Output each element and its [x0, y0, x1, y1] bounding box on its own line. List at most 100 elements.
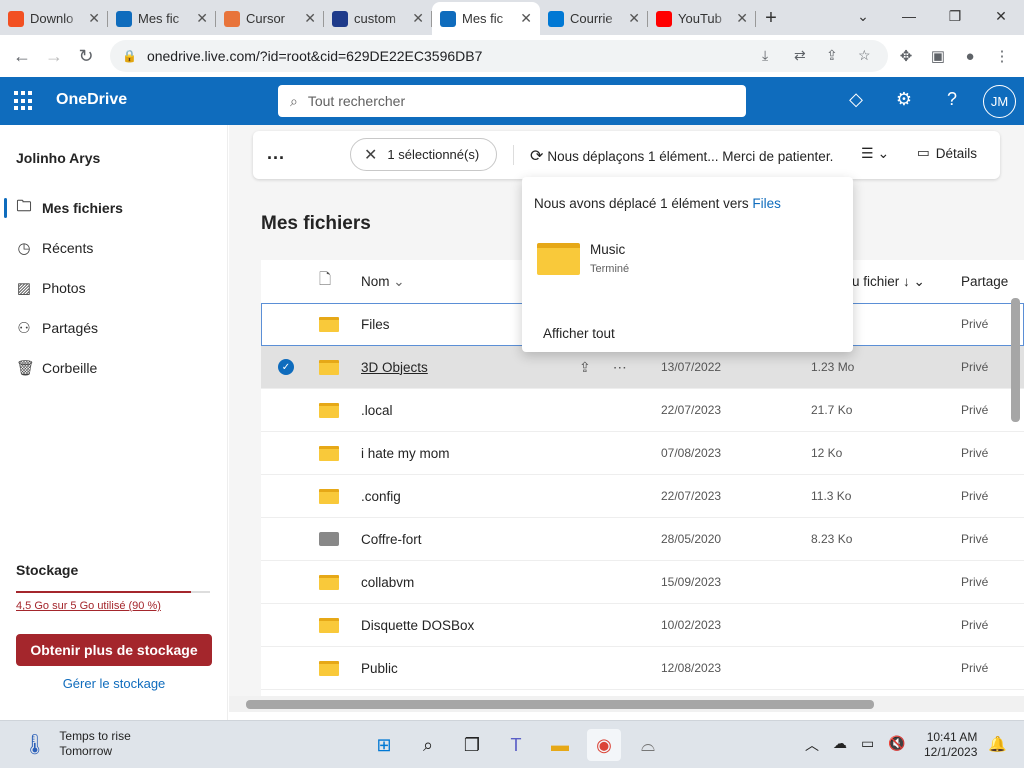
clear-selection-icon[interactable]: ✕	[364, 145, 377, 165]
profile-icon[interactable]: ●	[954, 40, 986, 72]
table-row[interactable]: i hate my mom 07/08/2023 12 Ko Privé	[261, 432, 1024, 475]
app-launcher-icon[interactable]	[14, 91, 34, 111]
close-tab-icon[interactable]: ✕	[88, 10, 100, 27]
close-tab-icon[interactable]: ✕	[412, 10, 424, 27]
file-type-icon[interactable]: 🗋	[319, 269, 331, 294]
folder-icon	[537, 243, 580, 275]
settings-gear-icon[interactable]: ⚙	[892, 89, 916, 110]
table-row[interactable]: .local 22/07/2023 21.7 Ko Privé	[261, 389, 1024, 432]
monitor-icon[interactable]: ▭	[861, 735, 874, 755]
extensions-icon[interactable]: ✥	[890, 40, 922, 72]
folder-icon	[319, 445, 339, 461]
file-size: 21.7 Ko	[811, 403, 853, 417]
install-icon[interactable]: ⤓	[762, 47, 768, 64]
new-tab-button[interactable]: +	[756, 2, 786, 35]
file-name[interactable]: Coffre-fort	[361, 532, 661, 547]
thermometer-icon: 🌡	[22, 733, 48, 756]
browser-tab[interactable]: custom ✕	[324, 2, 432, 35]
forward-button[interactable]: →	[38, 40, 70, 72]
horizontal-scrollbar[interactable]	[229, 696, 1024, 712]
mouse-app-icon[interactable]: ⌓	[631, 729, 665, 761]
table-row[interactable]: Public 12/08/2023 Privé	[261, 647, 1024, 690]
minimize-button[interactable]: —	[886, 0, 932, 32]
close-tab-icon[interactable]: ✕	[520, 10, 532, 27]
close-tab-icon[interactable]: ✕	[628, 10, 640, 27]
teams-icon[interactable]: T	[499, 729, 533, 761]
chevron-up-icon[interactable]: ︿	[805, 735, 819, 755]
file-name[interactable]: Public	[361, 661, 661, 676]
task-view-icon[interactable]: ❐	[455, 729, 489, 761]
storage-used-link[interactable]: 4,5 Go sur 5 Go utilisé (90 %)	[16, 600, 161, 612]
side-panel-icon[interactable]: ▣	[922, 40, 954, 72]
manage-storage-link[interactable]: Gérer le stockage	[16, 676, 212, 691]
destination-link[interactable]: Files	[752, 196, 781, 211]
sidebar-item-3[interactable]: ⚇ Partagés	[0, 308, 228, 348]
selection-pill[interactable]: ✕ 1 sélectionné(s)	[350, 138, 497, 171]
details-button[interactable]: ▭ Détails	[917, 145, 977, 161]
command-bar: ... ✕ 1 sélectionné(s) ⟳ Nous déplaçons …	[253, 131, 1000, 179]
browser-tab[interactable]: Cursor ✕	[216, 2, 324, 35]
table-row[interactable]: .config 22/07/2023 11.3 Ko Privé	[261, 475, 1024, 518]
account-avatar[interactable]: JM	[983, 85, 1016, 118]
browser-tab[interactable]: YouTub ✕	[648, 2, 756, 35]
chrome-icon[interactable]: ◉	[587, 729, 621, 761]
table-row[interactable]: Coffre-fort 28/05/2020 8.23 Ko Privé	[261, 518, 1024, 561]
file-name[interactable]: i hate my mom	[361, 446, 661, 461]
table-row[interactable]: ✓ 3D Objects ⇪ ⋯ 13/07/2022 1.23 Mo Privé	[261, 346, 1024, 389]
bookmark-star-icon[interactable]: ☆	[858, 47, 871, 64]
sidebar-item-2[interactable]: ▨ Photos	[0, 268, 228, 308]
clock[interactable]: 10:41 AM 12/1/2023	[924, 730, 977, 760]
notification-bell-icon[interactable]: 🔔	[988, 735, 1007, 753]
moved-item-name[interactable]: Music	[590, 242, 625, 257]
table-row[interactable]: Disquette DOSBox 10/02/2023 Privé	[261, 604, 1024, 647]
sidebar-item-4[interactable]: 🗑 Corbeille	[0, 348, 228, 388]
checkmark-icon[interactable]: ✓	[278, 359, 294, 375]
sidebar-item-0[interactable]: 🗀 Mes fichiers	[0, 188, 228, 228]
premium-diamond-icon[interactable]: ◇	[844, 89, 868, 110]
search-box[interactable]: ⌕ Tout rechercher	[278, 85, 746, 117]
more-options-icon[interactable]: ⋯	[613, 359, 627, 376]
browser-menu-icon[interactable]: ⋮	[986, 40, 1018, 72]
reload-button[interactable]: ↻	[70, 40, 102, 72]
file-name[interactable]: Disquette DOSBox	[361, 618, 661, 633]
close-tab-icon[interactable]: ✕	[304, 10, 316, 27]
file-name[interactable]: collabvm	[361, 575, 661, 590]
file-rows: Files Privé ✓ 3D Objects ⇪ ⋯ 13/07/2022 1.23 Mo…	[261, 303, 1024, 690]
close-tab-icon[interactable]: ✕	[196, 10, 208, 27]
column-modified[interactable]: lu fichier ↓ ⌄	[849, 274, 925, 290]
tab-search-icon[interactable]: ⌄	[840, 0, 886, 32]
file-name[interactable]: .config	[361, 489, 661, 504]
file-sharing: Privé	[961, 661, 989, 675]
browser-tab[interactable]: Mes fic ✕	[432, 2, 540, 35]
app-title[interactable]: OneDrive	[56, 91, 127, 109]
translate-icon[interactable]: ⇄	[794, 47, 806, 64]
more-actions-button[interactable]: ...	[267, 143, 285, 164]
share-icon[interactable]: ⇪	[579, 359, 591, 376]
share-icon[interactable]: ⇪	[826, 47, 838, 64]
sidebar-item-1[interactable]: ◷ Récents	[0, 228, 228, 268]
sort-view-icon[interactable]: ☰ ⌄	[861, 145, 889, 162]
browser-tab[interactable]: Downlo ✕	[0, 2, 108, 35]
weather-widget[interactable]: 🌡 Temps to rise Tomorrow	[22, 729, 131, 759]
file-explorer-icon[interactable]: ▬	[543, 729, 577, 761]
close-window-button[interactable]: ✕	[978, 0, 1024, 32]
browser-tab[interactable]: Courrie ✕	[540, 2, 648, 35]
table-row[interactable]: collabvm 15/09/2023 Privé	[261, 561, 1024, 604]
column-sharing[interactable]: Partage	[961, 274, 1008, 289]
show-all-button[interactable]: Afficher tout	[543, 326, 615, 341]
url-bar[interactable]: 🔒 onedrive.live.com/?id=root&cid=629DE22…	[110, 40, 888, 72]
search-icon[interactable]: ⌕	[411, 729, 445, 761]
start-windows-icon[interactable]: ⊞	[367, 729, 401, 761]
browser-tab[interactable]: Mes fic ✕	[108, 2, 216, 35]
help-icon[interactable]: ?	[940, 89, 964, 110]
back-button[interactable]: ←	[6, 40, 38, 72]
close-tab-icon[interactable]: ✕	[736, 10, 748, 27]
vertical-scrollbar[interactable]	[1008, 181, 1022, 693]
file-name[interactable]: .local	[361, 403, 661, 418]
maximize-button[interactable]: ❐	[932, 0, 978, 32]
get-more-storage-button[interactable]: Obtenir plus de stockage	[16, 634, 212, 666]
speaker-muted-icon[interactable]: 🔇	[888, 735, 905, 755]
cloud-offline-icon[interactable]: ☁	[833, 735, 847, 755]
file-modified: 13/07/2022	[661, 360, 722, 374]
move-progress-text: Nous déplaçons 1 élément... Merci de pat…	[547, 148, 834, 164]
